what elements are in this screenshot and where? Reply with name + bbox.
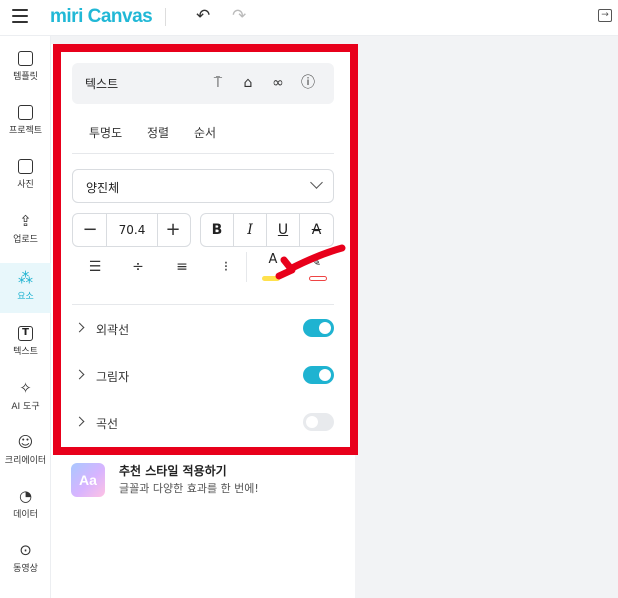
lock-icon[interactable]: ⌂	[239, 74, 257, 92]
recommend-style[interactable]: Aa 추천 스타일 적용하기 글꼴과 다양한 효과를 한 번에!	[71, 460, 341, 500]
chevron-down-icon	[310, 176, 323, 189]
info-icon[interactable]: ⓘ	[299, 74, 317, 92]
menu-icon[interactable]	[12, 9, 28, 23]
strikethrough-button[interactable]: A	[300, 214, 333, 246]
tab-align[interactable]: 정렬	[147, 124, 169, 141]
text-toolbar: 텍스트 ⍑ ⌂ ∞ ⓘ	[72, 63, 334, 104]
sidebar-item-ai-tools[interactable]: ✧ AI 도구	[0, 373, 51, 423]
increase-size-button[interactable]: +	[161, 219, 185, 241]
chevron-right-icon	[74, 322, 85, 333]
divider	[165, 8, 166, 26]
sidebar-item-photo[interactable]: 사진	[0, 152, 51, 202]
text-color-icon[interactable]: A	[264, 253, 282, 267]
decrease-size-button[interactable]: −	[78, 219, 102, 241]
sidebar: 템플릿 프로젝트 사진 ⇪ 업로드 ⁂ 요소 T 텍스트 ✧ AI 도구 ☺ 크…	[0, 36, 51, 598]
top-bar: miri Canvas ↶ ↷ →	[0, 0, 618, 36]
video-icon: ⊙	[19, 541, 32, 559]
font-size-input[interactable]: 70.4	[106, 214, 158, 246]
shadow-toggle[interactable]	[303, 366, 334, 384]
text-icon: T	[18, 326, 33, 341]
redo-icon[interactable]: ↷	[232, 6, 246, 26]
divider	[246, 252, 247, 282]
paint-roller-icon[interactable]: ⍑	[209, 74, 227, 92]
data-icon: ◔	[18, 487, 33, 505]
project-icon	[18, 105, 33, 120]
tab-order[interactable]: 순서	[194, 124, 216, 141]
sidebar-item-label: 요소	[17, 292, 34, 302]
text-style-group: B I U A	[200, 213, 334, 247]
recommend-description: 글꼴과 다양한 효과를 한 번에!	[119, 482, 259, 495]
export-icon[interactable]: →	[598, 9, 612, 22]
sidebar-item-label: 텍스트	[13, 347, 38, 357]
sidebar-item-creator[interactable]: ☺ 크리에이터	[0, 427, 51, 477]
sidebar-item-video[interactable]: ⊙ 동영상	[0, 535, 51, 585]
accordion-label: 그림자	[96, 370, 130, 384]
letter-spacing-icon[interactable]: ÷	[128, 257, 148, 277]
curve-toggle[interactable]	[303, 413, 334, 431]
sidebar-item-text[interactable]: T 텍스트	[0, 319, 51, 369]
accordion-outline[interactable]: 외곽선	[72, 318, 334, 340]
recommend-title: 추천 스타일 적용하기	[119, 464, 227, 478]
accordion-shadow[interactable]: 그림자	[72, 365, 334, 387]
upload-icon: ⇪	[19, 212, 32, 230]
bold-button[interactable]: B	[201, 214, 234, 246]
sidebar-item-label: 업로드	[13, 235, 38, 245]
accordion-label: 곡선	[96, 417, 119, 431]
sidebar-item-label: 템플릿	[13, 72, 38, 82]
underline-button[interactable]: U	[267, 214, 300, 246]
sidebar-item-project[interactable]: 프로젝트	[0, 98, 51, 148]
font-select[interactable]: 양진체	[72, 169, 334, 203]
align-icon[interactable]: ☰	[85, 257, 105, 277]
highlight-color-swatch[interactable]	[309, 276, 327, 281]
highlight-pen-icon[interactable]: ✎	[311, 255, 329, 269]
divider	[72, 304, 334, 305]
elements-icon: ⁂	[18, 269, 33, 287]
link-icon[interactable]: ∞	[269, 74, 287, 92]
outline-toggle[interactable]	[303, 319, 334, 337]
accordion-label: 외곽선	[96, 323, 130, 337]
template-icon	[18, 51, 33, 66]
undo-icon[interactable]: ↶	[196, 6, 210, 26]
text-color-swatch[interactable]	[262, 276, 280, 281]
chevron-right-icon	[74, 369, 85, 380]
sidebar-item-label: 사진	[17, 180, 34, 190]
ai-tools-icon: ✧	[19, 379, 32, 397]
sidebar-item-label: 데이터	[13, 510, 38, 520]
accordion-curve[interactable]: 곡선	[72, 412, 334, 434]
sidebar-item-upload[interactable]: ⇪ 업로드	[0, 206, 51, 256]
sidebar-item-label: 동영상	[13, 564, 38, 574]
toolbar-label: 텍스트	[85, 77, 119, 91]
sidebar-item-elements[interactable]: ⁂ 요소	[0, 263, 51, 313]
divider	[72, 153, 334, 154]
chevron-right-icon	[74, 416, 85, 427]
tab-opacity[interactable]: 투명도	[89, 124, 122, 141]
font-select-value: 양진체	[86, 181, 120, 195]
app-logo[interactable]: miri Canvas	[50, 6, 153, 28]
sidebar-item-label: 크리에이터	[4, 456, 47, 466]
line-height-icon[interactable]: ≡	[172, 257, 192, 277]
photo-icon	[18, 159, 33, 174]
sidebar-item-label: 프로젝트	[8, 126, 43, 136]
italic-button[interactable]: I	[234, 214, 267, 246]
recommend-thumbnail: Aa	[71, 463, 105, 497]
font-size-stepper: − 70.4 +	[72, 213, 191, 247]
sidebar-item-data[interactable]: ◔ 데이터	[0, 481, 51, 531]
sidebar-item-template[interactable]: 템플릿	[0, 44, 51, 94]
sidebar-item-label: AI 도구	[11, 402, 40, 412]
highlight-frame: 텍스트 ⍑ ⌂ ∞ ⓘ 투명도 정렬 순서 양진체 − 70.4 + B I U…	[53, 44, 358, 455]
list-icon[interactable]: ⁝	[216, 257, 236, 277]
creator-icon: ☺	[17, 433, 34, 451]
